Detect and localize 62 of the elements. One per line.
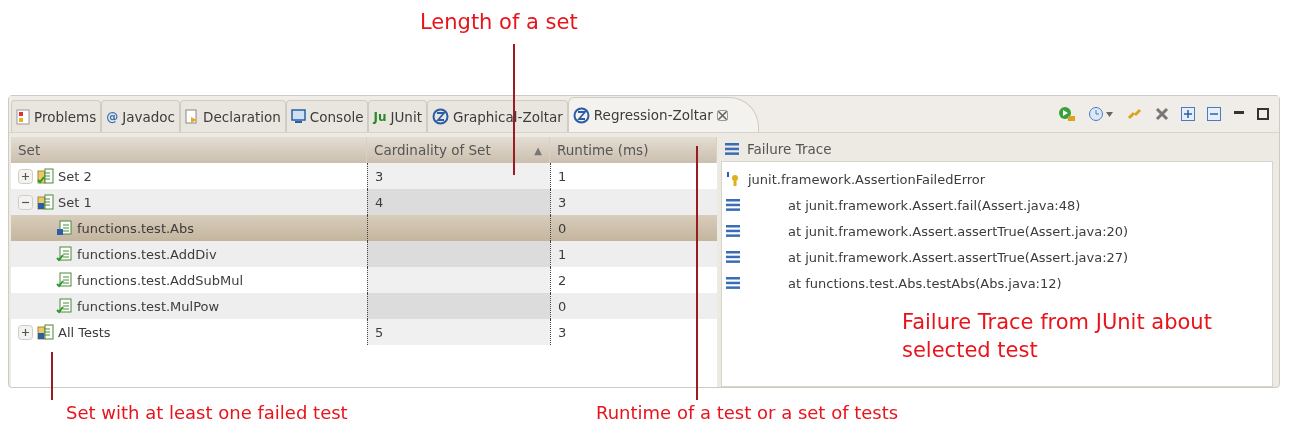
annotation-text: Length of a set bbox=[420, 9, 578, 36]
set-label: functions.test.MulPow bbox=[77, 298, 220, 314]
view-tab[interactable]: Declaration bbox=[180, 100, 286, 132]
view-tab[interactable]: @ Javadoc bbox=[101, 100, 180, 132]
tree-row[interactable]: functions.test.Abs 0 bbox=[11, 215, 717, 241]
document-icon bbox=[185, 108, 199, 125]
trace-line[interactable]: junit.framework.AssertionFailedError bbox=[748, 171, 986, 187]
zoltar-icon bbox=[431, 108, 449, 125]
runtime-value: 1 bbox=[558, 246, 567, 262]
trace-line[interactable]: at functions.test.Abs.testAbs(Abs.java:12) bbox=[748, 275, 1062, 291]
cardinality-value: 5 bbox=[375, 324, 384, 340]
run-icon[interactable] bbox=[1058, 106, 1076, 122]
expand-icon[interactable] bbox=[18, 168, 33, 184]
close-icon[interactable] bbox=[716, 109, 728, 121]
problems-icon bbox=[16, 108, 30, 125]
tree-row[interactable]: Set 1 4 3 bbox=[11, 189, 717, 215]
zoltar-icon bbox=[572, 106, 590, 124]
cardinality-value: 3 bbox=[375, 168, 384, 184]
tab-icon: @ bbox=[106, 109, 119, 124]
runtime-value: 3 bbox=[558, 324, 567, 340]
expand-icon[interactable] bbox=[18, 324, 33, 340]
view-tab[interactable]: Regression-Zoltar bbox=[567, 97, 759, 132]
set-label: Set 2 bbox=[58, 168, 92, 184]
trace-line[interactable]: at junit.framework.Assert.assertTrue(Assert.java:20) bbox=[748, 223, 1129, 239]
set-label: functions.test.AddSubMul bbox=[77, 272, 244, 288]
view-tab[interactable]: Problems bbox=[11, 100, 102, 132]
runtime-value: 0 bbox=[558, 298, 567, 314]
trace-line-icon bbox=[726, 199, 740, 211]
set-label: functions.test.Abs bbox=[77, 220, 195, 236]
annotation-text: Failure Trace from JUnit about selected test bbox=[902, 309, 1213, 364]
collapse-icon[interactable] bbox=[18, 194, 33, 210]
set-label: All Tests bbox=[58, 324, 111, 340]
tree-row[interactable]: functions.test.MulPow 0 bbox=[11, 293, 717, 319]
sort-indicator: ▲ bbox=[534, 144, 542, 156]
history-dropdown-icon[interactable] bbox=[1088, 106, 1114, 122]
annotation-text: Runtime of a test or a set of tests bbox=[596, 401, 899, 425]
runtime-value: 2 bbox=[558, 272, 567, 288]
error-icon bbox=[726, 171, 740, 187]
trace-line-icon bbox=[725, 143, 739, 155]
maximize-icon[interactable] bbox=[1257, 108, 1269, 120]
monitor-icon bbox=[290, 109, 306, 124]
expand-all-icon[interactable] bbox=[1181, 107, 1195, 121]
cardinality-value: 4 bbox=[375, 194, 384, 210]
trace-line-icon bbox=[726, 277, 740, 289]
tree-row[interactable]: functions.test.AddDiv 1 bbox=[11, 241, 717, 267]
collapse-all-icon[interactable] bbox=[1207, 107, 1221, 121]
trace-line-icon bbox=[726, 251, 740, 263]
annotation-text: Set with at least one failed test bbox=[66, 401, 348, 425]
leader-line bbox=[51, 352, 53, 400]
trace-line[interactable]: at junit.framework.Assert.assertTrue(Assert.java:27) bbox=[748, 249, 1129, 265]
view-tab[interactable]: Console bbox=[285, 100, 369, 132]
tab-icon: Ju bbox=[373, 109, 387, 124]
view-tab[interactable]: Ju JUnit bbox=[368, 100, 427, 132]
runtime-value: 0 bbox=[558, 220, 567, 236]
trace-title: Failure Trace bbox=[747, 141, 832, 157]
set-label: Set 1 bbox=[58, 194, 92, 210]
remove-icon[interactable] bbox=[1155, 107, 1169, 121]
set-label: functions.test.AddDiv bbox=[77, 246, 217, 262]
runtime-value: 1 bbox=[558, 168, 567, 184]
runtime-value: 3 bbox=[558, 194, 567, 210]
trace-line[interactable]: at junit.framework.Assert.fail(Assert.java:48) bbox=[748, 197, 1081, 213]
trace-line-icon bbox=[726, 225, 740, 237]
